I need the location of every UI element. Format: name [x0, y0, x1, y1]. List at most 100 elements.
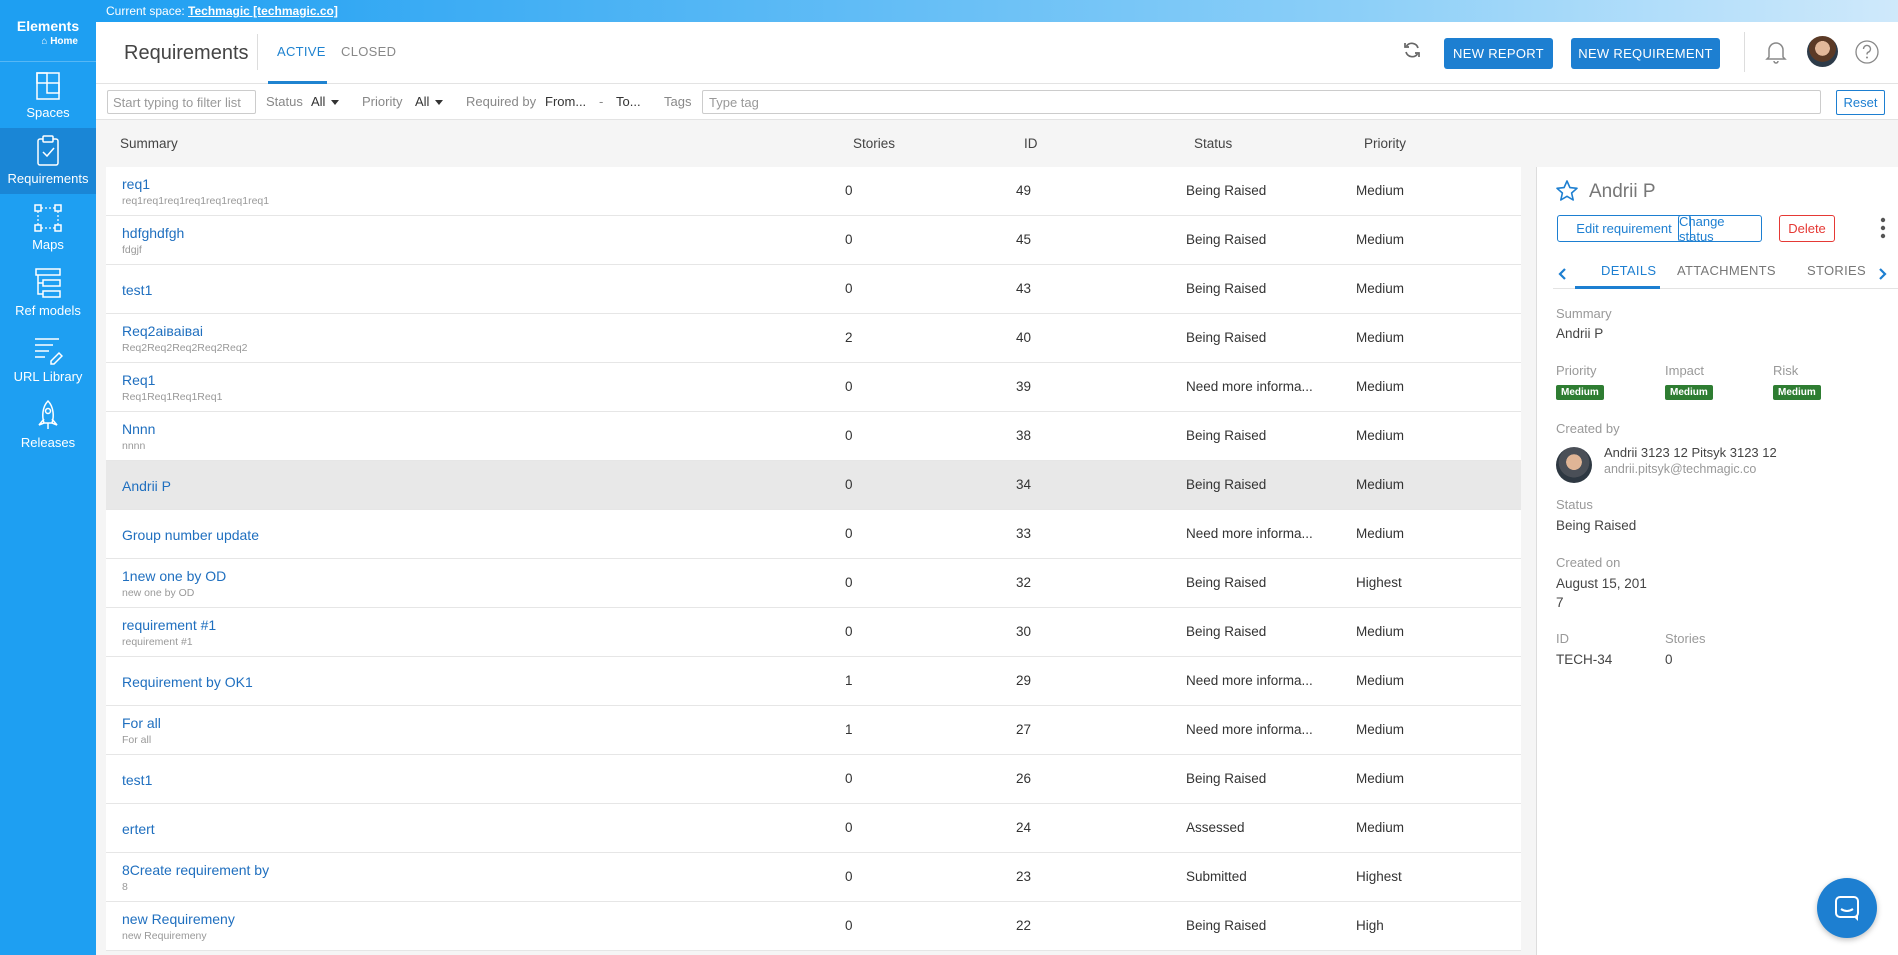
row-summary-link[interactable]: Req2aiвaiвai — [122, 323, 203, 339]
row-stories: 1 — [845, 673, 853, 688]
table-row[interactable]: test1 0 43 Being Raised Medium — [106, 265, 1521, 314]
table-row[interactable]: Req2aiвaiвai Req2Req2Req2Req2Req2 2 40 Being… — [106, 314, 1521, 363]
table-row[interactable]: req1 req1req1req1req1req1req1req1 0 49 Being… — [106, 167, 1521, 216]
id-value: TECH-34 — [1556, 652, 1613, 667]
row-summary-link[interactable]: 8Create requirement by — [122, 862, 269, 878]
created-on-value-line2: 7 — [1556, 595, 1564, 610]
current-space-bar: Current space: Techmagic [techmagic.co] — [96, 0, 1898, 22]
help-icon[interactable] — [1854, 39, 1880, 65]
table-row[interactable]: Requirement by OK1 1 29 Need more informa..… — [106, 657, 1521, 706]
new-report-button[interactable]: NEW REPORT — [1444, 38, 1553, 69]
sidebar-item-requirements[interactable]: Requirements — [0, 128, 96, 194]
id-label: ID — [1556, 631, 1569, 646]
header-divider — [257, 34, 258, 70]
sidebar-item-maps[interactable]: Maps — [0, 194, 96, 260]
row-status: Need more informa... — [1186, 673, 1313, 688]
table-row[interactable]: 1new one by OD new one by OD 0 32 Being Rais… — [106, 559, 1521, 608]
row-description: requirement #1 — [122, 636, 193, 648]
created-by-label: Created by — [1556, 421, 1620, 436]
url-library-icon — [35, 338, 63, 365]
tab-active[interactable]: ACTIVE — [277, 44, 326, 59]
column-status[interactable]: Status — [1194, 136, 1232, 151]
sidebar-item-spaces[interactable]: Spaces — [0, 62, 96, 128]
table-row[interactable]: test1 0 26 Being Raised Medium — [106, 755, 1521, 804]
edit-requirement-button[interactable]: Edit requirement — [1557, 215, 1691, 242]
table-row[interactable]: requirement #1 requirement #1 0 30 Being Rai… — [106, 608, 1521, 657]
row-status: Being Raised — [1186, 281, 1267, 296]
row-summary-link[interactable]: requirement #1 — [122, 617, 216, 633]
brand[interactable]: Elements ⌂ Home — [0, 0, 96, 62]
current-space-link[interactable]: Techmagic [techmagic.co] — [188, 4, 338, 18]
sidebar-item-ref-models[interactable]: Ref models — [0, 260, 96, 326]
row-summary-link[interactable]: ertert — [122, 821, 155, 837]
row-id: 26 — [1016, 771, 1032, 786]
table-row[interactable]: Req1 Req1Req1Req1Req1 0 39 Need more informa… — [106, 363, 1521, 412]
stories-label: Stories — [1665, 631, 1706, 646]
row-priority: Highest — [1356, 869, 1402, 884]
table-row[interactable]: Group number update 0 33 Need more informa.… — [106, 510, 1521, 559]
row-summary-link[interactable]: Req1 — [122, 372, 155, 388]
row-status: Being Raised — [1186, 330, 1267, 345]
home-link[interactable]: ⌂ Home — [0, 36, 96, 47]
row-summary-link[interactable]: req1 — [122, 176, 150, 192]
maps-icon — [34, 204, 62, 232]
row-id: 27 — [1016, 722, 1032, 737]
sidebar-item-releases[interactable]: Releases — [0, 392, 96, 458]
row-description: fdgjf — [122, 244, 142, 256]
reset-button[interactable]: Reset — [1836, 90, 1885, 115]
row-summary-link[interactable]: test1 — [122, 772, 152, 788]
row-summary-link[interactable]: 1new one by OD — [122, 568, 226, 584]
row-status: Being Raised — [1186, 477, 1267, 492]
status-filter-dropdown[interactable]: All — [311, 94, 340, 109]
row-summary-link[interactable]: new Requiremeny — [122, 911, 235, 927]
chat-launcher-button[interactable] — [1817, 878, 1877, 938]
row-summary-link[interactable]: Andrii P — [122, 478, 171, 494]
star-icon[interactable] — [1555, 179, 1579, 203]
table-row[interactable]: new Requiremeny new Requiremeny 0 22 Being R… — [106, 902, 1521, 951]
row-priority: Highest — [1356, 575, 1402, 590]
detail-tab-attachments[interactable]: ATTACHMENTS — [1677, 263, 1776, 278]
filter-input[interactable] — [107, 90, 256, 114]
required-from-date[interactable]: From... — [545, 94, 586, 109]
required-to-date[interactable]: To... — [616, 94, 641, 109]
caret-down-icon — [435, 100, 444, 106]
current-space-prefix: Current space: — [106, 4, 185, 18]
detail-tab-stories[interactable]: STORIES — [1807, 263, 1866, 278]
sidebar-item-label: URL Library — [13, 369, 83, 384]
table-row[interactable]: 8Create requirement by 8 0 23 Submitted Highe… — [106, 853, 1521, 902]
row-summary-link[interactable]: Group number update — [122, 527, 259, 543]
delete-button[interactable]: Delete — [1779, 215, 1835, 242]
row-summary-link[interactable]: For all — [122, 715, 161, 731]
sidebar-item-label: Ref models — [15, 303, 81, 318]
sidebar-item-url-library[interactable]: URL Library — [0, 326, 96, 392]
table-row[interactable]: Nnnn nnnn 0 38 Being Raised Medium — [106, 412, 1521, 461]
row-summary-link[interactable]: hdfghdfgh — [122, 225, 184, 241]
column-id[interactable]: ID — [1024, 136, 1038, 151]
row-summary-link[interactable]: Nnnn — [122, 421, 155, 437]
column-summary[interactable]: Summary — [120, 136, 178, 151]
new-requirement-button[interactable]: NEW REQUIREMENT — [1571, 38, 1720, 69]
table-row[interactable]: For all For all 1 27 Need more informa... Med… — [106, 706, 1521, 755]
change-status-button[interactable]: Change status — [1678, 214, 1762, 244]
row-summary-link[interactable]: test1 — [122, 282, 152, 298]
detail-tab-details[interactable]: DETAILS — [1601, 263, 1656, 278]
table-row[interactable]: hdfghdfgh fdgjf 0 45 Being Raised Medium — [106, 216, 1521, 265]
date-range-separator: - — [599, 94, 604, 109]
more-vertical-icon[interactable] — [1880, 217, 1886, 239]
row-summary-link[interactable]: Requirement by OK1 — [122, 674, 253, 690]
chevron-left-icon[interactable] — [1557, 267, 1567, 281]
column-priority[interactable]: Priority — [1364, 136, 1406, 151]
bell-icon[interactable] — [1765, 40, 1787, 64]
priority-filter-dropdown[interactable]: All — [415, 94, 444, 109]
refresh-icon[interactable] — [1402, 40, 1422, 60]
detail-tab-indicator — [1575, 286, 1660, 289]
row-id: 39 — [1016, 379, 1032, 394]
table-row[interactable]: ertert 0 24 Assessed Medium — [106, 804, 1521, 853]
table-row[interactable]: Andrii P 0 34 Being Raised Medium — [106, 461, 1521, 510]
user-avatar[interactable] — [1807, 36, 1838, 67]
row-priority: Medium — [1356, 183, 1405, 198]
chevron-right-icon[interactable] — [1878, 267, 1888, 281]
tag-input[interactable] — [702, 90, 1821, 114]
column-stories[interactable]: Stories — [853, 136, 895, 151]
tab-closed[interactable]: CLOSED — [341, 44, 396, 59]
